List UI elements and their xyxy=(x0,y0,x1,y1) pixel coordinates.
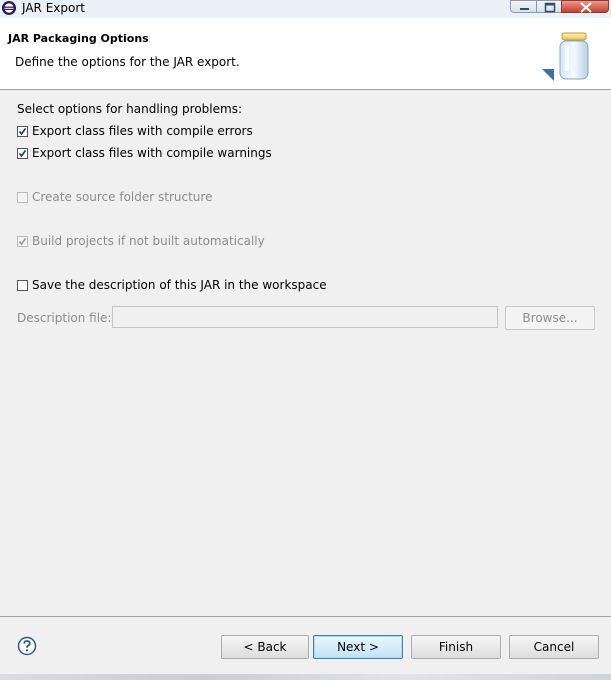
export-errors-checkbox[interactable] xyxy=(17,125,28,137)
cancel-button[interactable]: Cancel xyxy=(509,635,599,659)
export-errors-label: Export class files with compile errors xyxy=(32,124,253,138)
eclipse-icon xyxy=(1,0,17,16)
page-description: Define the options for the JAR export. xyxy=(15,55,240,69)
window-title: JAR Export xyxy=(22,1,85,15)
finish-button[interactable]: Finish xyxy=(411,635,501,659)
title-bar[interactable]: JAR Export xyxy=(0,0,611,18)
build-projects-option: Build projects if not built automaticall… xyxy=(17,233,265,249)
back-button[interactable]: < Back xyxy=(221,635,309,659)
export-warnings-label: Export class files with compile warnings xyxy=(32,146,272,160)
window-bottom-border xyxy=(0,674,611,680)
save-description-label: Save the description of this JAR in the … xyxy=(32,278,327,292)
browse-button[interactable]: Browse... xyxy=(505,306,595,330)
source-folder-option: Create source folder structure xyxy=(17,189,212,205)
options-panel: Select options for handling problems: Ex… xyxy=(0,90,611,616)
close-button[interactable] xyxy=(561,0,609,13)
problems-section-label: Select options for handling problems: xyxy=(17,102,242,116)
footer-separator xyxy=(0,616,611,617)
description-file-label: Description file: xyxy=(17,311,112,325)
next-button[interactable]: Next > xyxy=(313,635,403,659)
page-title: JAR Packaging Options xyxy=(8,32,149,45)
export-warnings-option[interactable]: Export class files with compile warnings xyxy=(17,145,272,161)
help-icon[interactable] xyxy=(17,636,37,656)
wizard-header: JAR Packaging Options Define the options… xyxy=(0,18,611,90)
jar-icon xyxy=(540,30,600,86)
description-file-input[interactable] xyxy=(112,306,498,328)
source-folder-label: Create source folder structure xyxy=(32,190,213,204)
save-description-option[interactable]: Save the description of this JAR in the … xyxy=(17,277,327,293)
source-folder-checkbox xyxy=(17,191,28,203)
build-projects-checkbox xyxy=(17,235,28,247)
build-projects-label: Build projects if not built automaticall… xyxy=(32,234,265,248)
save-description-checkbox[interactable] xyxy=(17,279,28,291)
export-warnings-checkbox[interactable] xyxy=(17,147,28,159)
export-errors-option[interactable]: Export class files with compile errors xyxy=(17,123,253,139)
minimize-button[interactable] xyxy=(510,0,537,13)
maximize-button[interactable] xyxy=(536,0,562,13)
jar-export-dialog: JAR Export JAR Packaging Options Define … xyxy=(0,0,611,680)
